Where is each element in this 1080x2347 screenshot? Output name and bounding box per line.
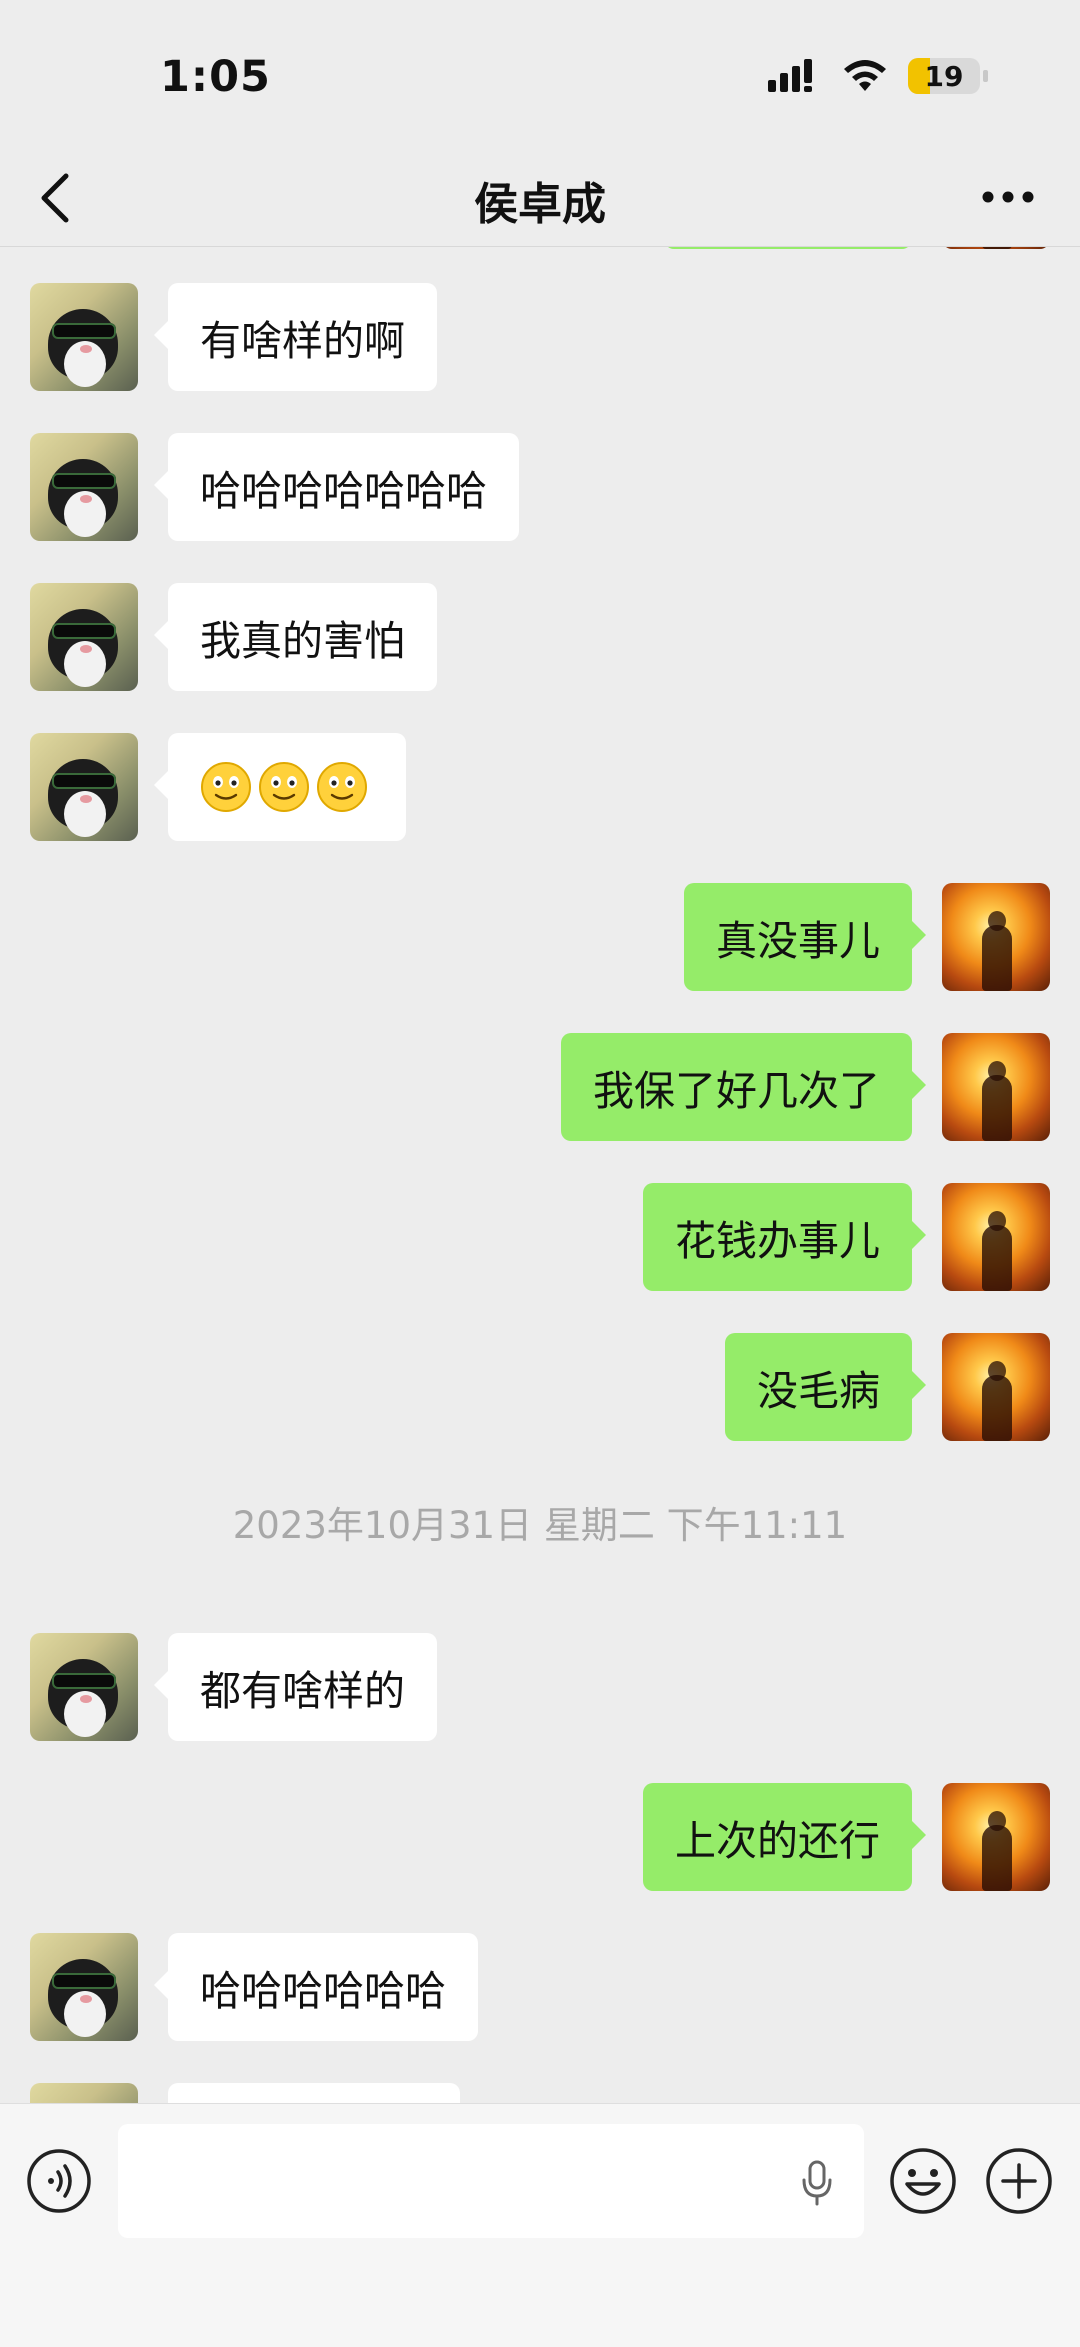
incoming-message [0, 733, 1080, 843]
status-time: 1:05 [160, 52, 271, 102]
message-bubble[interactable]: 有啥样的啊 [154, 283, 437, 391]
message-input[interactable] [118, 2124, 864, 2238]
message-bubble[interactable]: 都有啥样的 [154, 1633, 437, 1741]
message-text: 哈哈哈哈哈哈 [200, 1967, 446, 2015]
outgoing-message: 我保了好几次了 [0, 1033, 1080, 1143]
incoming-message: 都有啥样的 [0, 1633, 1080, 1743]
message-bubble[interactable]: 我真的害怕 [154, 583, 437, 691]
outgoing-message: 没毛病 [0, 1333, 1080, 1443]
smile-emoji [317, 762, 367, 812]
microphone-icon[interactable] [800, 2160, 834, 2206]
message-row-partial [0, 2083, 1080, 2103]
nav-bar: 侯卓成 [0, 150, 1080, 247]
avatar-contact[interactable] [30, 1933, 138, 2041]
avatar-self[interactable] [942, 1183, 1050, 1291]
status-bar: 1:05 19 [0, 0, 1080, 150]
avatar-self[interactable] [942, 1783, 1050, 1891]
chat-title: 侯卓成 [474, 179, 606, 230]
avatar-self[interactable] [942, 1033, 1050, 1141]
avatar-contact[interactable] [30, 433, 138, 541]
plus-icon[interactable] [984, 2146, 1054, 2216]
message-bubble[interactable]: 花钱办事儿 [643, 1183, 926, 1291]
avatar-contact[interactable] [30, 1633, 138, 1741]
wifi-icon [844, 60, 886, 91]
signal-icon [768, 59, 812, 92]
smile-emoji [259, 762, 309, 812]
message-text: 有啥样的啊 [200, 317, 405, 365]
battery-icon: 19 [908, 58, 988, 94]
avatar-contact[interactable] [30, 583, 138, 691]
avatar-self[interactable] [942, 883, 1050, 991]
incoming-message: 有啥样的啊 [0, 283, 1080, 393]
avatar-contact[interactable] [30, 2083, 138, 2103]
message-bubble[interactable]: 哈哈哈哈哈哈哈 [154, 433, 519, 541]
outgoing-message: 真没事儿 [0, 883, 1080, 993]
message-bubble[interactable]: 我保了好几次了 [561, 1033, 926, 1141]
incoming-message: 哈哈哈哈哈哈哈 [0, 433, 1080, 543]
message-bubble[interactable]: 上次的还行 [643, 1783, 926, 1891]
message-text: 我保了好几次了 [593, 1067, 880, 1115]
message-bubble[interactable]: 没毛病 [725, 1333, 926, 1441]
message-row-partial [0, 247, 1080, 251]
avatar-self[interactable] [942, 247, 1050, 249]
avatar-contact[interactable] [30, 733, 138, 841]
incoming-message: 哈哈哈哈哈哈 [0, 1933, 1080, 2043]
message-text: 上次的还行 [675, 1817, 880, 1865]
battery-level-text: 19 [924, 59, 964, 93]
emoji-icon[interactable] [888, 2146, 958, 2216]
chat-message-list[interactable]: 有啥样的啊哈哈哈哈哈哈哈 我真的害怕真没事儿我保了好几次了花钱办事儿没毛病 2023… [0, 247, 1080, 2103]
timestamp: 2023年10月31日 星期二 下午11:11 [232, 1504, 848, 1547]
message-bubble[interactable] [168, 2083, 460, 2103]
status-icons: 19 [766, 56, 988, 96]
message-text: 没毛病 [757, 1367, 880, 1415]
outgoing-message: 花钱办事儿 [0, 1183, 1080, 1293]
avatar-self[interactable] [942, 1333, 1050, 1441]
input-bar [0, 2103, 1080, 2347]
message-bubble[interactable]: 哈哈哈哈哈哈 [154, 1933, 478, 2041]
message-text: 我真的害怕 [200, 617, 405, 665]
smile-emoji [201, 762, 251, 812]
outgoing-message: 上次的还行 [0, 1783, 1080, 1893]
message-text: 都有啥样的 [200, 1667, 405, 1715]
incoming-message: 我真的害怕 [0, 583, 1080, 693]
message-text: 哈哈哈哈哈哈哈 [200, 467, 487, 515]
message-bubble[interactable] [664, 247, 912, 249]
message-text: 花钱办事儿 [675, 1217, 880, 1265]
message-text: 真没事儿 [716, 917, 880, 965]
message-bubble[interactable] [154, 733, 406, 841]
voice-toggle-icon[interactable] [26, 2148, 92, 2214]
avatar-contact[interactable] [30, 283, 138, 391]
message-bubble[interactable]: 真没事儿 [684, 883, 926, 991]
more-dots-icon[interactable] [980, 186, 1036, 208]
